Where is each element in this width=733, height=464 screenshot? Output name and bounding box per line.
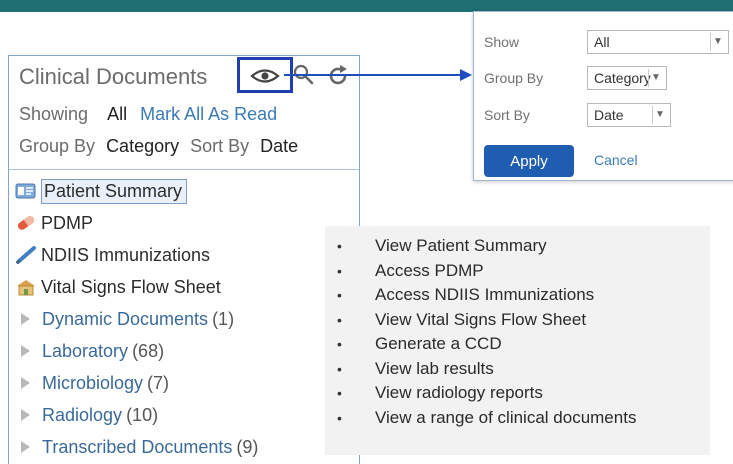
folder-count: (68) [132,340,165,361]
folder-count: (10) [126,404,159,425]
group-by-label: Group By [19,136,96,156]
syringe-icon [16,246,36,264]
folder-count: (9) [236,436,259,457]
folder-transcribed-documents[interactable]: Transcribed Documents (9) [15,431,258,463]
sort-by-select-value: Date [594,107,624,123]
show-label: Show [484,34,520,50]
expand-triangle-icon[interactable] [21,345,30,357]
pill-icon [17,216,35,230]
doc-item-label: Patient Summary [41,178,188,204]
expand-triangle-icon[interactable] [21,409,30,421]
feature-text: Access NDIIS Immunizations [375,285,595,305]
show-select-value: All [594,34,610,50]
bullet: • [337,287,342,304]
folder-label: Transcribed Documents [42,436,233,457]
feature-text: View Patient Summary [375,236,547,256]
sort-by-label: Sort By [484,107,530,123]
feature-text: View a range of clinical documents [375,407,637,427]
bullet: • [337,360,342,377]
folder-microbiology[interactable]: Microbiology (7) [15,367,258,399]
connector-arrow [284,69,472,81]
sort-by-select[interactable]: Date ▼ [587,103,671,127]
bullet: • [337,311,342,328]
chevron-down-icon: ▼ [710,33,725,51]
group-by-value: Category [106,136,180,156]
bullet: • [337,385,342,402]
group-by-select[interactable]: Category ▼ [587,66,667,90]
expand-triangle-icon[interactable] [21,313,30,325]
list-item: • View Patient Summary [337,234,636,259]
eye-icon[interactable] [250,68,280,84]
doc-item-label: PDMP [41,212,94,233]
document-list: Patient Summary PDMP NDIIS Immunizations [15,175,258,463]
cancel-link[interactable]: Cancel [594,152,638,168]
bullet: • [337,409,342,426]
filter-popup: Show All ▼ Group By Category ▼ Sort By D… [473,11,733,181]
bullet: • [337,336,342,353]
showing-row: Showing All Mark All As Read [19,104,277,125]
mark-all-read-link[interactable]: Mark All As Read [140,104,277,124]
features-box: • View Patient Summary • Access PDMP • Acce… [325,226,710,455]
sort-by-value: Date [260,136,299,156]
doc-item-patient-summary[interactable]: Patient Summary [15,175,258,207]
list-item: • View a range of clinical documents [337,406,636,431]
list-item: • Access PDMP [337,259,636,284]
folder-count: (1) [212,308,235,329]
bullet: • [337,262,342,279]
show-select[interactable]: All ▼ [587,30,729,54]
doc-item-pdmp[interactable]: PDMP [15,207,258,239]
list-item: • View Vital Signs Flow Sheet [337,308,636,333]
folder-label: Microbiology [42,372,144,393]
list-item: • Generate a CCD [337,332,636,357]
doc-item-label: NDIIS Immunizations [41,244,211,265]
expand-triangle-icon[interactable] [21,441,30,453]
feature-text: Access PDMP [375,260,484,280]
group-by-label: Group By [484,70,544,86]
folder-label: Laboratory [42,340,129,361]
folder-count: (7) [147,372,170,393]
expand-triangle-icon[interactable] [21,377,30,389]
folder-label: Dynamic Documents [42,308,209,329]
list-item: • View radiology reports [337,381,636,406]
vitals-chart-icon [17,280,35,296]
panel-title: Clinical Documents [19,64,208,89]
doc-item-ndiis-immunizations[interactable]: NDIIS Immunizations [15,239,258,271]
doc-item-vital-signs[interactable]: Vital Signs Flow Sheet [15,271,258,303]
chevron-down-icon: ▼ [648,69,663,87]
list-item: • Access NDIIS Immunizations [337,283,636,308]
clinical-documents-panel: Clinical Documents Showing All Mark All … [8,55,360,464]
bullet: • [337,238,342,255]
patient-summary-icon [15,183,36,199]
folder-dynamic-documents[interactable]: Dynamic Documents (1) [15,303,258,335]
folder-laboratory[interactable]: Laboratory (68) [15,335,258,367]
showing-value: All [107,104,128,124]
feature-text: View Vital Signs Flow Sheet [375,309,587,329]
showing-label: Showing [19,104,89,124]
panel-divider [9,169,359,170]
feature-list: • View Patient Summary • Access PDMP • Acce… [337,234,636,430]
list-item: • View lab results [337,357,636,382]
group-sort-row: Group By Category Sort By Date [19,136,298,157]
group-by-select-value: Category [594,70,651,86]
feature-text: Generate a CCD [375,334,502,354]
doc-item-label: Vital Signs Flow Sheet [41,276,221,297]
feature-text: View lab results [375,358,494,378]
apply-button[interactable]: Apply [484,145,574,177]
folder-label: Radiology [42,404,123,425]
folder-radiology[interactable]: Radiology (10) [15,399,258,431]
feature-text: View radiology reports [375,383,543,403]
sort-by-label: Sort By [190,136,250,156]
chevron-down-icon: ▼ [652,106,667,124]
